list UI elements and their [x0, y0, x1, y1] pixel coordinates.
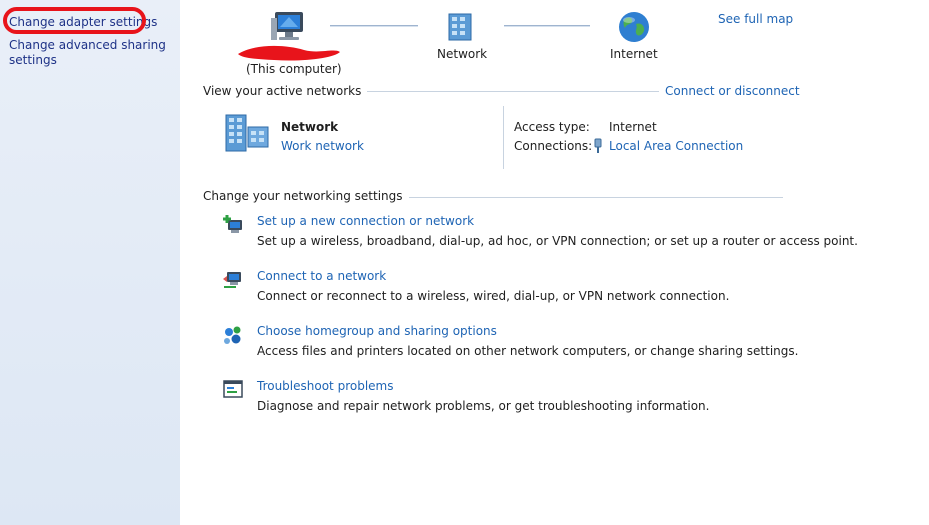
- vertical-divider: [503, 106, 504, 169]
- red-highlight-annotation: [3, 7, 146, 34]
- networking-settings-title: Change your networking settings: [203, 189, 409, 203]
- homegroup-sharing-link[interactable]: Choose homegroup and sharing options: [257, 324, 497, 338]
- connect-to-network-desc: Connect or reconnect to a wireless, wire…: [257, 289, 730, 303]
- main-content: (This computer) Network Internet See ful…: [180, 0, 929, 525]
- troubleshoot-problems-link[interactable]: Troubleshoot problems: [257, 379, 393, 393]
- ethernet-icon: [594, 138, 602, 153]
- homegroup-icon: [224, 326, 241, 344]
- network-node[interactable]: [438, 10, 482, 47]
- troubleshoot-icon: [223, 380, 243, 398]
- access-type-label: Access type:: [514, 120, 590, 134]
- internet-node-label: Internet: [610, 47, 658, 61]
- setup-new-connection-link[interactable]: Set up a new connection or network: [257, 214, 474, 228]
- change-advanced-sharing-line1: Change advanced sharing: [9, 38, 166, 52]
- change-advanced-sharing-line2: settings: [9, 53, 57, 67]
- see-full-map-link[interactable]: See full map: [718, 12, 793, 26]
- local-area-connection-link[interactable]: Local Area Connection: [609, 139, 743, 153]
- network-name: Network: [281, 120, 339, 134]
- map-connector-line: [330, 25, 418, 27]
- network-type-link[interactable]: Work network: [281, 139, 364, 153]
- internet-node[interactable]: [614, 10, 654, 47]
- setup-new-connection-desc: Set up a wireless, broadband, dial-up, a…: [257, 234, 858, 248]
- connect-or-disconnect-link[interactable]: Connect or disconnect: [659, 84, 800, 98]
- troubleshoot-problems-desc: Diagnose and repair network problems, or…: [257, 399, 710, 413]
- access-type-value: Internet: [609, 120, 657, 134]
- network-node-label: Network: [437, 47, 488, 61]
- work-network-icon: [225, 114, 269, 152]
- active-networks-title: View your active networks: [203, 84, 368, 98]
- network-building-icon: [448, 13, 472, 41]
- new-connection-icon: [223, 215, 242, 233]
- computer-icon: [271, 12, 303, 40]
- homegroup-sharing-desc: Access files and printers located on oth…: [257, 344, 799, 358]
- computer-label: (This computer): [246, 62, 342, 76]
- connections-label: Connections:: [514, 139, 593, 153]
- map-connector-line: [504, 25, 590, 27]
- connect-to-network-link[interactable]: Connect to a network: [257, 269, 386, 283]
- change-advanced-sharing-link[interactable]: Change advanced sharing settings: [9, 38, 166, 68]
- sidebar: Change adapter settings Change advanced …: [0, 0, 180, 525]
- connect-network-icon: [223, 272, 241, 288]
- globe-icon: [619, 12, 649, 42]
- redaction-scribble: [238, 45, 340, 61]
